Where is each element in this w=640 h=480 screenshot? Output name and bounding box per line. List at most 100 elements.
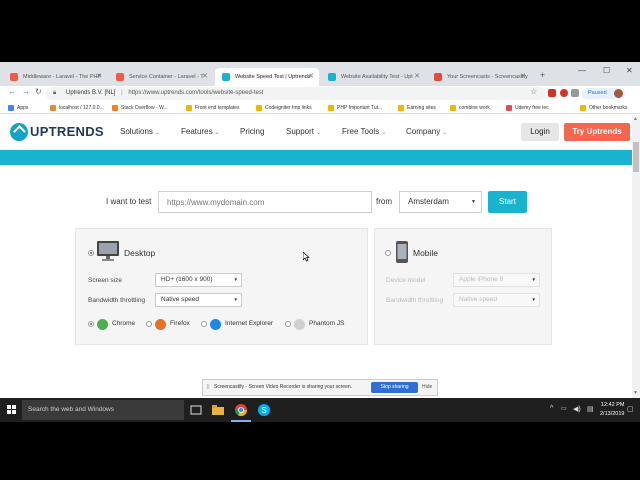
profile-button[interactable]: Paused <box>582 88 625 99</box>
chrome-taskbar-icon[interactable] <box>234 403 248 417</box>
maximize-icon[interactable]: ☐ <box>603 66 610 75</box>
tab-website-availability[interactable]: Website Availability Test - Upt ✕ <box>321 68 425 86</box>
mobile-title: Mobile <box>413 248 439 258</box>
tab-service-container[interactable]: Service Container - Laravel - T ✕ <box>109 68 213 86</box>
bookmark-item[interactable]: Other bookmarks <box>580 102 627 114</box>
nav-solutions[interactable]: Solutions ⌄ <box>120 127 160 136</box>
clock[interactable]: 12:42 PM 2/13/2019 <box>600 401 624 419</box>
file-explorer-icon[interactable] <box>211 403 225 417</box>
bookmark-label: localhost / 127.0.0... <box>59 105 104 111</box>
tab-title: Website Speed Test | Uptrends <box>235 74 311 80</box>
bookmark-item[interactable]: Codeigniter Imp links <box>256 102 312 114</box>
nav-free-tools[interactable]: Free Tools ⌄ <box>342 127 386 136</box>
close-icon[interactable]: ✕ <box>96 68 102 86</box>
browser-option-chrome[interactable]: Chrome <box>88 318 135 330</box>
notifications-icon[interactable]: ▢ <box>627 405 634 413</box>
stop-sharing-button[interactable]: Stop sharing <box>371 382 418 393</box>
radio[interactable] <box>285 321 291 327</box>
scroll-thumb[interactable] <box>633 142 639 172</box>
bookmark-item[interactable]: localhost / 127.0.0... <box>50 102 104 114</box>
chevron-down-icon: ⌄ <box>442 130 448 136</box>
browser-option-ie[interactable]: Internet Explorer <box>201 318 273 330</box>
taskbar-search-input[interactable]: Search the web and Windows <box>22 400 184 420</box>
screencastify-icon <box>434 73 442 81</box>
browser-option-phantomjs[interactable]: Phantom JS <box>285 318 344 330</box>
bookmark-icon <box>112 105 118 111</box>
bookmark-item[interactable]: Front end templates <box>186 102 239 114</box>
tab-website-speed-test[interactable]: Website Speed Test | Uptrends ✕ <box>215 68 319 86</box>
bookmark-star-icon[interactable]: ☆ <box>530 87 537 96</box>
bookmark-item[interactable]: combine work <box>450 102 490 114</box>
skype-icon[interactable]: S <box>257 403 271 417</box>
windows-start-icon[interactable] <box>7 405 17 415</box>
uptrends-icon <box>222 73 230 81</box>
close-icon[interactable]: ✕ <box>202 68 208 86</box>
bookmark-item[interactable]: Apps <box>8 102 28 114</box>
device-value: Apple iPhone 8 <box>459 276 504 283</box>
extension-icon[interactable] <box>571 89 579 97</box>
device-select[interactable]: Apple iPhone 8 ▼ <box>453 273 540 287</box>
share-text: Screencastify - Screen Video Recorder is… <box>214 384 353 390</box>
tab-title: Service Container - Laravel - T <box>129 74 204 80</box>
nav-features[interactable]: Features ⌄ <box>181 127 220 136</box>
browser-label: Phantom JS <box>309 320 345 327</box>
mobile-bandwidth-select[interactable]: Native speed ▼ <box>453 293 540 307</box>
screencastify-extension-icon[interactable] <box>560 89 568 97</box>
forward-icon[interactable]: → <box>22 87 30 96</box>
from-label: from <box>376 197 392 206</box>
address-bar[interactable]: 🔒︎ Uptrends B.V. [NL] | https://www.uptr… <box>46 87 546 100</box>
radio[interactable] <box>146 321 152 327</box>
desktop-radio[interactable] <box>88 250 94 256</box>
bookmark-icon <box>256 105 262 111</box>
bookmarks-bar: Apps localhost / 127.0.0... Stack Overflow… <box>0 102 640 114</box>
chrome-icon <box>97 319 108 330</box>
hide-button[interactable]: Hide <box>422 380 432 395</box>
try-uptrends-button[interactable]: Try Uptrends <box>564 123 630 141</box>
taskbar: Search the web and Windows S ^ ▭ ◀) ▤ 12… <box>0 398 640 422</box>
browser-option-firefox[interactable]: Firefox <box>146 318 190 330</box>
scroll-down-icon[interactable]: ▼ <box>633 390 638 396</box>
login-button[interactable]: Login <box>521 123 559 141</box>
nav-support[interactable]: Support ⌄ <box>286 127 321 136</box>
mobile-radio[interactable] <box>385 250 391 256</box>
bandwidth-select[interactable]: Native speed ▼ <box>155 293 242 307</box>
reload-icon[interactable]: ↻ <box>35 87 42 96</box>
url-input[interactable] <box>158 191 372 213</box>
nav-label: Company <box>406 127 441 136</box>
close-icon[interactable]: ✕ <box>414 68 420 86</box>
scroll-up-icon[interactable]: ▲ <box>633 116 638 122</box>
keyboard-icon[interactable]: ▤ <box>587 405 594 413</box>
radio[interactable] <box>88 321 94 327</box>
bookmark-label: Stack Overflow - W... <box>121 105 168 111</box>
chevron-down-icon: ⌄ <box>214 130 220 136</box>
bookmark-item[interactable]: Earning sites <box>398 102 436 114</box>
close-window-icon[interactable]: ✕ <box>626 66 633 75</box>
nav-pricing[interactable]: Pricing <box>240 127 264 136</box>
radio[interactable] <box>201 321 207 327</box>
close-icon[interactable]: ✕ <box>308 68 314 86</box>
screen-size-select[interactable]: HD+ (1600 x 900) ▼ <box>155 273 242 287</box>
clock-time: 12:42 PM <box>600 402 625 408</box>
page-scrollbar[interactable]: ▲ ▼ <box>632 115 640 398</box>
back-icon[interactable]: ← <box>8 87 16 96</box>
bookmark-item[interactable]: Udemy free lec <box>506 102 549 114</box>
bookmark-item[interactable]: PHP Important Tut... <box>328 102 382 114</box>
task-view-icon[interactable] <box>189 403 203 417</box>
start-button[interactable]: Start <box>488 191 527 213</box>
bookmark-label: Udemy free lec <box>515 105 549 111</box>
location-select[interactable]: Amsterdam ▼ <box>399 191 482 213</box>
minimize-icon[interactable]: — <box>578 66 586 75</box>
nav-label: Support <box>286 127 315 136</box>
network-icon[interactable]: ▭ <box>561 405 567 412</box>
close-icon[interactable]: ✕ <box>520 68 526 86</box>
bookmark-item[interactable]: Stack Overflow - W... <box>112 102 168 114</box>
volume-icon[interactable]: ◀) <box>573 405 581 413</box>
new-tab-button[interactable]: + <box>540 70 545 80</box>
nav-company[interactable]: Company ⌄ <box>406 127 447 136</box>
location-value: Amsterdam <box>408 197 449 206</box>
tab-screencasts[interactable]: Your Screencasts - Screencastify ✕ <box>427 68 531 86</box>
tab-middleware[interactable]: Middleware - Laravel - The PHP ✕ <box>3 68 107 86</box>
extension-icon[interactable] <box>548 89 556 97</box>
tray-chevron-icon[interactable]: ^ <box>550 405 553 412</box>
browser-label: Firefox <box>170 320 190 327</box>
